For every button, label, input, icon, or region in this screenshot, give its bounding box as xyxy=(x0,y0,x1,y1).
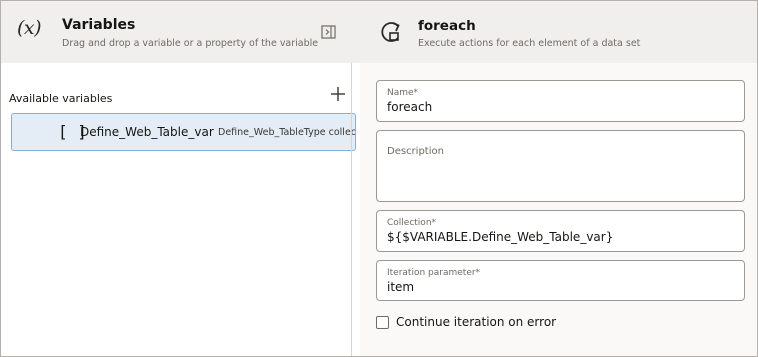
iteration-parameter-field[interactable]: Iteration parameter* item xyxy=(376,260,745,301)
collection-field-value[interactable]: ${$VARIABLE.Define_Web_Table_var} xyxy=(387,230,613,244)
action-subtitle: Execute actions for each element of a da… xyxy=(418,38,641,49)
properties-header: foreach Execute actions for each element… xyxy=(360,1,757,63)
variables-subtitle: Drag and drop a variable or a property o… xyxy=(62,38,319,49)
name-field[interactable]: Name* foreach xyxy=(376,80,745,122)
variable-type: Define_Web_TableType collec xyxy=(218,127,356,138)
iteration-parameter-label: Iteration parameter* xyxy=(387,268,481,278)
collapse-panel-icon[interactable] xyxy=(321,25,336,39)
variables-title: Variables xyxy=(62,17,136,33)
action-title: foreach xyxy=(418,18,476,34)
available-variables-label: Available variables xyxy=(9,92,113,105)
description-field-label: Description xyxy=(387,146,444,157)
variable-list-item[interactable]: [ ] Define_Web_Table_var Define_Web_Tabl… xyxy=(11,113,356,151)
loop-icon xyxy=(381,22,400,42)
name-field-value[interactable]: foreach xyxy=(387,100,432,114)
list-scroll-divider xyxy=(351,63,352,356)
iteration-parameter-value[interactable]: item xyxy=(387,280,414,294)
collection-field-label: Collection* xyxy=(387,218,437,228)
continue-on-error-label[interactable]: Continue iteration on error xyxy=(396,315,556,329)
collection-field[interactable]: Collection* ${$VARIABLE.Define_Web_Table… xyxy=(376,210,745,252)
variables-panel: (x) Variables Drag and drop a variable o… xyxy=(1,1,361,356)
plus-icon[interactable] xyxy=(329,85,347,103)
variables-header: (x) Variables Drag and drop a variable o… xyxy=(1,1,360,63)
properties-panel: foreach Execute actions for each element… xyxy=(360,1,757,356)
continue-on-error-checkbox[interactable] xyxy=(376,316,389,329)
variable-name: Define_Web_Table_var xyxy=(80,125,214,139)
description-field[interactable]: Description xyxy=(376,130,745,202)
variable-icon: (x) xyxy=(17,17,42,39)
name-field-label: Name* xyxy=(387,88,419,98)
